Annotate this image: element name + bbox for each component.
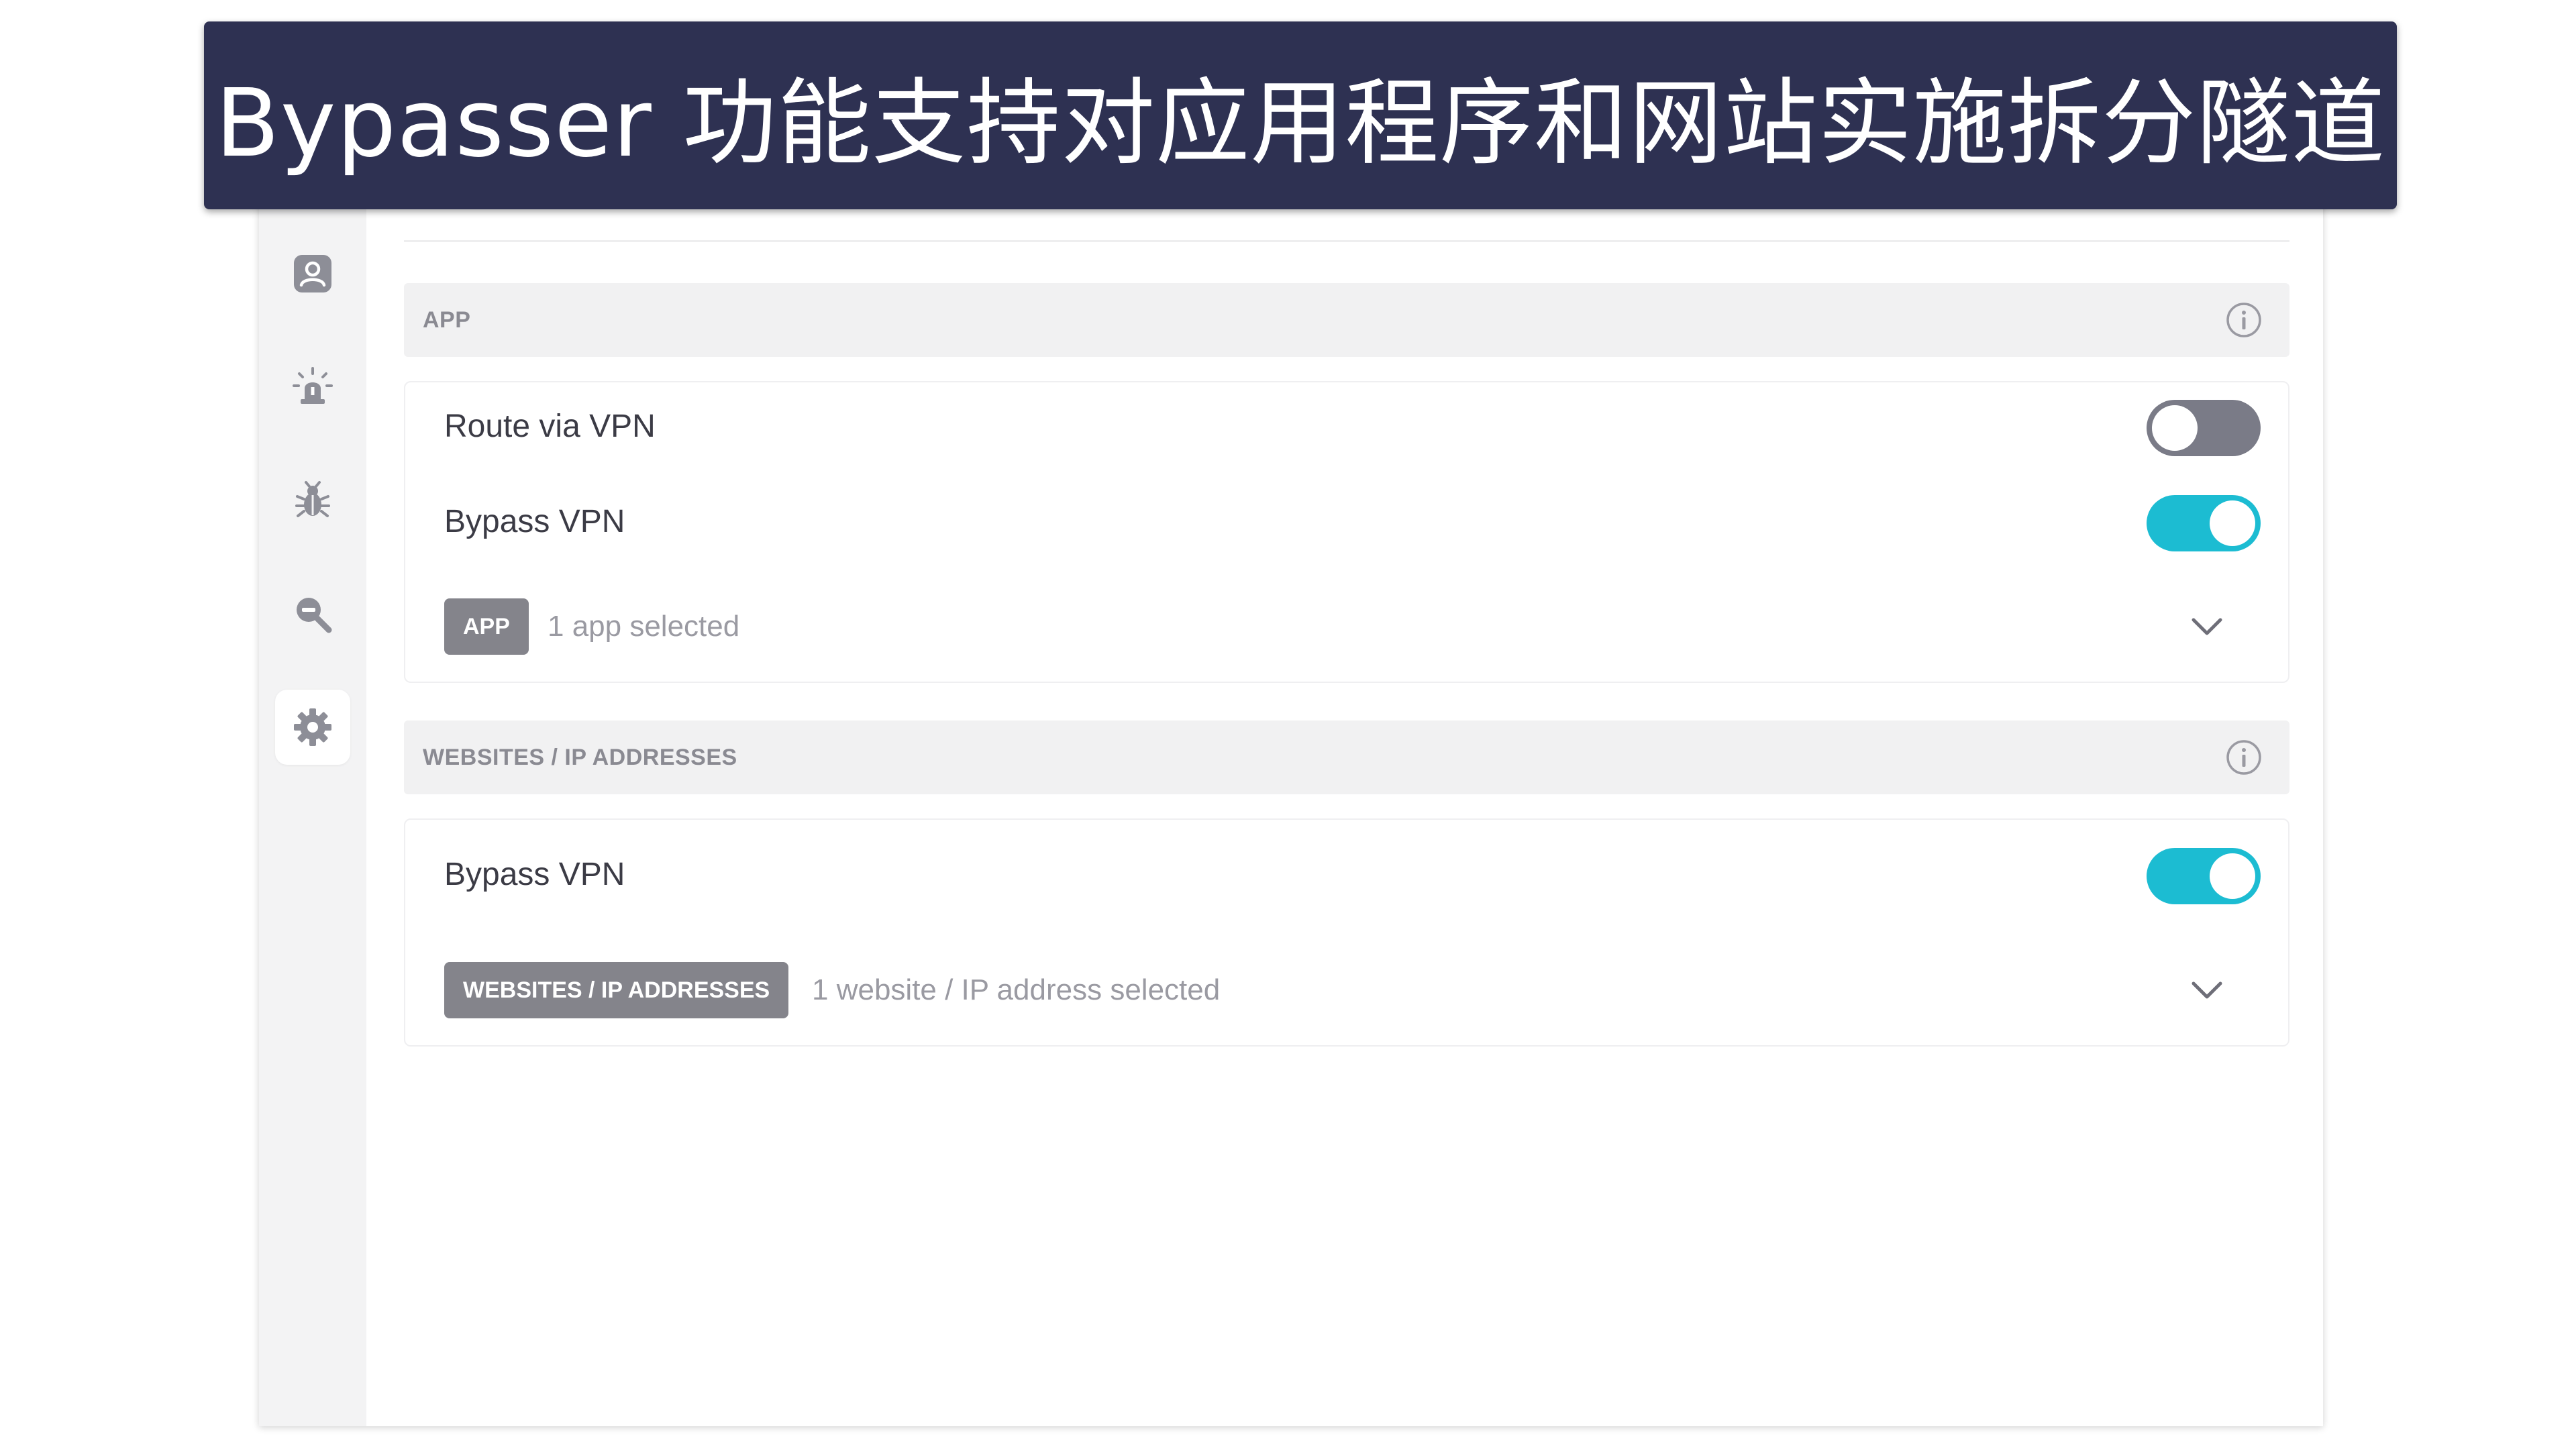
websites-selected-count: 1 website / IP address selected [812, 973, 1221, 1006]
app-window: APP Route via VPN Bypass VPN APP 1 app s… [259, 168, 2323, 1426]
bypass-vpn-apps-toggle[interactable] [2147, 495, 2261, 551]
apps-selected-count: 1 app selected [548, 610, 740, 643]
gear-icon[interactable] [275, 690, 350, 765]
route-via-vpn-toggle[interactable] [2147, 400, 2261, 456]
search-icon[interactable] [275, 576, 350, 651]
bypass-vpn-label: Bypass VPN [444, 857, 625, 892]
app-section-title: APP [423, 307, 471, 333]
websites-tag: WEBSITES / IP ADDRESSES [444, 962, 789, 1018]
app-split-tunnel-card: Route via VPN Bypass VPN APP 1 app selec… [404, 381, 2289, 683]
route-via-vpn-label: Route via VPN [444, 409, 656, 444]
app-tag: APP [444, 598, 529, 655]
banner-title: Bypasser 功能支持对应用程序和网站实施拆分隧道 [215, 69, 2386, 178]
chevron-down-icon[interactable] [2187, 606, 2227, 647]
info-icon[interactable] [2225, 301, 2263, 339]
chevron-down-icon[interactable] [2187, 970, 2227, 1010]
bug-icon[interactable] [275, 463, 350, 538]
bypass-vpn-label: Bypass VPN [444, 504, 625, 539]
websites-section-title: WEBSITES / IP ADDRESSES [423, 745, 737, 770]
websites-split-tunnel-card: Bypass VPN WEBSITES / IP ADDRESSES 1 web… [404, 818, 2289, 1047]
toggle-knob [2210, 853, 2255, 899]
settings-content: APP Route via VPN Bypass VPN APP 1 app s… [404, 168, 2289, 1426]
divider [404, 240, 2289, 242]
toggle-knob [2152, 405, 2198, 451]
alert-icon[interactable] [275, 350, 350, 425]
websites-section-header: WEBSITES / IP ADDRESSES [404, 720, 2289, 794]
app-section-header: APP [404, 283, 2289, 357]
user-icon[interactable] [275, 236, 350, 311]
bypass-vpn-websites-toggle[interactable] [2147, 848, 2261, 904]
sidebar [259, 168, 366, 1426]
title-banner: Bypasser 功能支持对应用程序和网站实施拆分隧道 [204, 21, 2397, 209]
toggle-knob [2210, 500, 2255, 546]
info-icon[interactable] [2225, 739, 2263, 776]
